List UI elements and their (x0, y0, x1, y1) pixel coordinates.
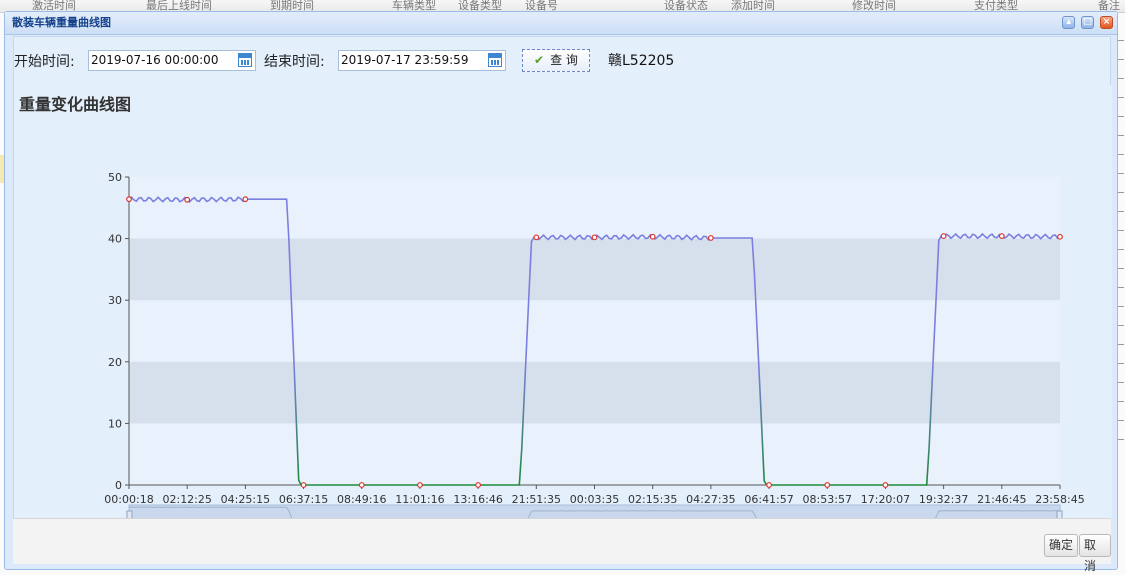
background-row-mark (1118, 135, 1124, 136)
data-point (417, 482, 423, 488)
x-tick-label: 02:15:35 (628, 493, 677, 506)
background-row-mark (1118, 116, 1124, 117)
data-point (707, 235, 714, 241)
background-row-marks (1117, 40, 1125, 460)
data-point (242, 196, 249, 203)
dialog-title: 散装车辆重量曲线图 (12, 16, 111, 29)
background-row-mark (1118, 192, 1124, 193)
background-row-mark (1118, 344, 1124, 345)
data-point (940, 233, 947, 240)
x-tick-label: 23:58:45 (1035, 493, 1084, 506)
dialog-titlebar[interactable]: 散装车辆重量曲线图 ▴ □ × (5, 12, 1117, 35)
close-icon[interactable]: × (1100, 16, 1113, 29)
x-tick-label: 00:03:35 (570, 493, 619, 506)
data-point (358, 482, 365, 488)
data-point (300, 482, 307, 488)
y-tick-label: 30 (108, 294, 122, 307)
check-icon: ✔ (534, 53, 545, 67)
x-tick-label: 13:16:46 (453, 493, 502, 506)
x-tick-label: 11:01:16 (395, 493, 444, 506)
data-point (824, 482, 831, 488)
plot-background (129, 177, 1060, 485)
x-tick-label: 06:37:15 (279, 493, 328, 506)
background-row-mark (1118, 439, 1124, 440)
y-tick-label: 40 (108, 233, 122, 246)
background-row-mark (1118, 59, 1124, 60)
x-tick-label: 04:25:15 (221, 493, 270, 506)
x-tick-label: 08:53:57 (803, 493, 852, 506)
background-row-mark (1118, 97, 1124, 98)
ok-button[interactable]: 确定 (1044, 534, 1079, 557)
start-time-value: 2019-07-16 00:00:00 (91, 53, 219, 67)
weight-chart: 0 10 20 30 40 50 00:00:18 02:12:25 04:25:15 06:3… (104, 171, 1085, 536)
y-tick-label: 50 (108, 171, 122, 184)
x-tick-label: 17:20:07 (861, 493, 910, 506)
background-row-mark (1118, 382, 1124, 383)
background-row-mark (1118, 287, 1124, 288)
background-row-mark (1118, 325, 1124, 326)
x-tick-label: 21:46:45 (977, 493, 1026, 506)
y-tick-label: 0 (115, 479, 122, 492)
start-time-label: 开始时间: (14, 54, 75, 70)
x-tick-label: 04:27:35 (686, 493, 735, 506)
background-row-mark (1118, 40, 1124, 41)
data-point (184, 196, 191, 203)
query-button-label: 查 询 (550, 53, 578, 67)
y-tick-label: 20 (108, 356, 122, 369)
data-point (591, 234, 598, 241)
minimize-icon[interactable]: ▴ (1062, 16, 1076, 29)
chart-area: 0 10 20 30 40 50 00:00:18 02:12:25 04:25:15 06:3… (14, 85, 1112, 536)
x-tick-label: 08:49:16 (337, 493, 386, 506)
plate-number: 赣L52205 (608, 53, 675, 69)
background-row-mark (1118, 401, 1124, 402)
dialog-footer: 确定 取消 (13, 518, 1111, 573)
data-point (649, 233, 656, 240)
calendar-icon[interactable] (238, 53, 252, 67)
background-row-mark (1118, 154, 1124, 155)
dialog-body: 开始时间: 2019-07-16 00:00:00 结束时间: 2019-07-… (13, 36, 1112, 536)
data-point (998, 233, 1005, 240)
chart-heading: 重量变化曲线图 (19, 95, 132, 114)
x-tick-label: 06:41:57 (744, 493, 793, 506)
end-time-value: 2019-07-17 23:59:59 (341, 53, 469, 67)
y-tick-label: 10 (108, 417, 122, 430)
maximize-icon[interactable]: □ (1081, 16, 1095, 29)
data-point (126, 196, 132, 203)
x-tick-label: 02:12:25 (162, 493, 211, 506)
window-controls: ▴ □ × (1060, 16, 1113, 30)
x-tick-label: 21:51:35 (512, 493, 561, 506)
end-time-input[interactable]: 2019-07-17 23:59:59 (338, 50, 506, 71)
calendar-icon[interactable] (488, 53, 502, 67)
data-point (882, 482, 889, 488)
background-row-mark (1118, 78, 1124, 79)
background-row-mark (1118, 420, 1124, 421)
background-row-mark (1118, 268, 1124, 269)
start-time-input[interactable]: 2019-07-16 00:00:00 (88, 50, 256, 71)
background-row-mark (1118, 173, 1124, 174)
background-row-mark (1118, 363, 1124, 364)
data-point (475, 482, 482, 488)
cancel-button[interactable]: 取消 (1079, 534, 1111, 573)
data-point (533, 234, 540, 241)
background-row-mark (1118, 211, 1124, 212)
background-row-mark (1118, 249, 1124, 250)
grid-band (129, 361, 1060, 424)
x-tick-label: 00:00:18 (104, 493, 153, 506)
background-row-mark (1118, 230, 1124, 231)
query-button[interactable]: ✔ 查 询 (522, 49, 590, 72)
end-time-label: 结束时间: (264, 54, 325, 70)
grid-band (129, 238, 1060, 301)
data-point (1057, 233, 1063, 240)
weight-curve-dialog: 散装车辆重量曲线图 ▴ □ × 开始时间: 2019-07-16 00:00:0… (4, 11, 1118, 573)
background-row-mark (1118, 306, 1124, 307)
x-tick-label: 19:32:37 (919, 493, 968, 506)
search-toolbar: 开始时间: 2019-07-16 00:00:00 结束时间: 2019-07-… (14, 37, 1110, 85)
data-point (766, 482, 772, 488)
